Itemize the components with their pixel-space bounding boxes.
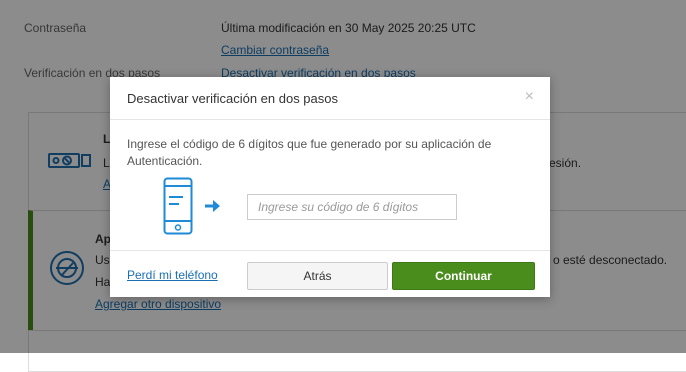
back-button[interactable]: Atrás bbox=[247, 262, 388, 290]
verification-code-input[interactable] bbox=[247, 194, 457, 220]
continue-button[interactable]: Continuar bbox=[392, 262, 535, 290]
lost-phone-link[interactable]: Perdí mi teléfono bbox=[127, 268, 218, 282]
arrow-right-icon bbox=[205, 199, 221, 213]
mobile-phone-icon bbox=[163, 177, 193, 235]
disable-two-step-dialog: Desactivar verificación en dos pasos × I… bbox=[110, 77, 550, 297]
dialog-title: Desactivar verificación en dos pasos bbox=[127, 91, 338, 106]
dialog-footer: Perdí mi teléfono Atrás Continuar bbox=[110, 250, 550, 298]
dialog-instruction: Ingrese el código de 6 dígitos que fue g… bbox=[127, 137, 492, 168]
dialog-header: Desactivar verificación en dos pasos × bbox=[110, 77, 550, 120]
close-icon[interactable]: × bbox=[525, 88, 534, 106]
